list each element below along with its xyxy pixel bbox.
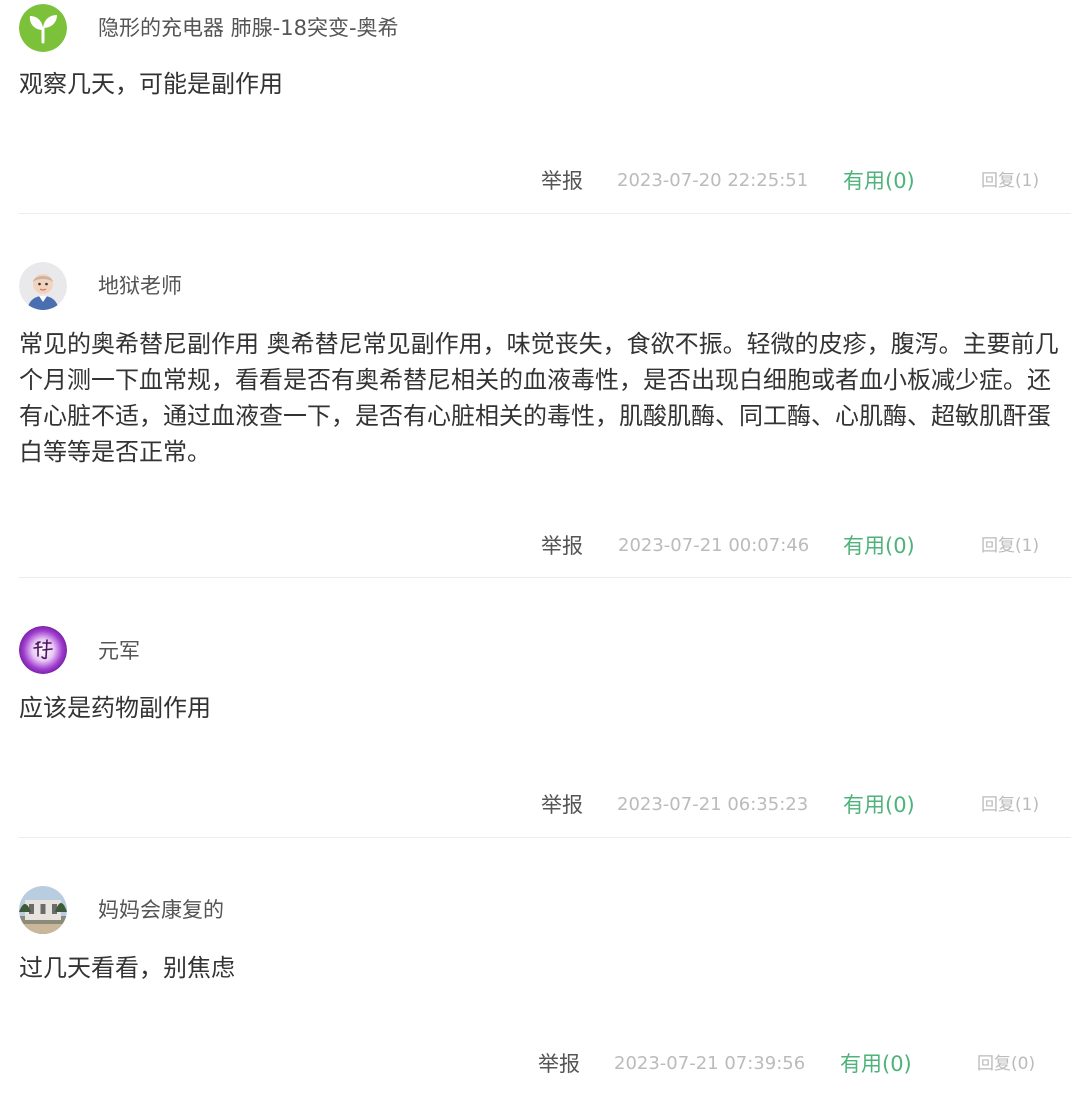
- avatar[interactable]: [19, 626, 67, 674]
- comment-text: 常见的奥希替尼副作用 奥希替尼常见副作用，味觉丧失，食欲不振。轻微的皮疹，腹泻。…: [19, 330, 1059, 466]
- comment-text: 应该是药物副作用: [19, 694, 211, 722]
- useful-button[interactable]: 有用(0): [843, 166, 915, 196]
- comment-actions: 举报 2023-07-21 07:39:56 有用(0) 回复(0): [0, 1049, 1080, 1079]
- report-button[interactable]: 举报: [541, 790, 583, 820]
- timestamp: 2023-07-21 07:39:56: [614, 1053, 806, 1074]
- username[interactable]: 妈妈会康复的: [98, 896, 224, 924]
- timestamp: 2023-07-21 00:07:46: [618, 535, 810, 556]
- username[interactable]: 隐形的充电器 肺腺-18突变-奥希: [98, 14, 399, 42]
- timestamp: 2023-07-21 06:35:23: [617, 794, 809, 815]
- comment-text: 观察几天，可能是副作用: [19, 70, 283, 98]
- report-button[interactable]: 举报: [538, 1049, 580, 1079]
- building-photo-icon: [19, 886, 67, 934]
- reply-button[interactable]: 回复(1): [981, 790, 1039, 820]
- purple-calligraphy-icon: [19, 626, 67, 674]
- useful-button[interactable]: 有用(0): [843, 531, 915, 561]
- reply-button[interactable]: 回复(1): [981, 166, 1039, 196]
- report-button[interactable]: 举报: [541, 531, 583, 561]
- avatar[interactable]: [19, 262, 67, 310]
- timestamp: 2023-07-20 22:25:51: [617, 170, 809, 191]
- avatar[interactable]: [19, 886, 67, 934]
- username[interactable]: 地狱老师: [98, 272, 182, 300]
- comment-item: 元军 应该是药物副作用 举报 2023-07-21 06:35:23 有用(0)…: [0, 578, 1080, 838]
- useful-button[interactable]: 有用(0): [843, 790, 915, 820]
- useful-button[interactable]: 有用(0): [840, 1049, 912, 1079]
- comment-actions: 举报 2023-07-20 22:25:51 有用(0) 回复(1): [0, 166, 1080, 196]
- comment-item: 地狱老师 常见的奥希替尼副作用 奥希替尼常见副作用，味觉丧失，食欲不振。轻微的皮…: [0, 214, 1080, 578]
- username[interactable]: 元军: [98, 637, 140, 665]
- comment-text: 过几天看看，别焦虑: [19, 954, 235, 982]
- baby-face-icon: [19, 262, 67, 310]
- leaf-sprout-icon: [19, 4, 67, 52]
- report-button[interactable]: 举报: [541, 166, 583, 196]
- avatar[interactable]: [19, 4, 67, 52]
- comment-actions: 举报 2023-07-21 00:07:46 有用(0) 回复(1): [0, 531, 1080, 561]
- reply-button[interactable]: 回复(1): [981, 531, 1039, 561]
- comment-actions: 举报 2023-07-21 06:35:23 有用(0) 回复(1): [0, 790, 1080, 820]
- comment-item: 妈妈会康复的 过几天看看，别焦虑 举报 2023-07-21 07:39:56 …: [0, 838, 1080, 1093]
- reply-button[interactable]: 回复(0): [977, 1049, 1035, 1079]
- comment-item: 隐形的充电器 肺腺-18突变-奥希 观察几天，可能是副作用 举报 2023-07…: [0, 0, 1080, 214]
